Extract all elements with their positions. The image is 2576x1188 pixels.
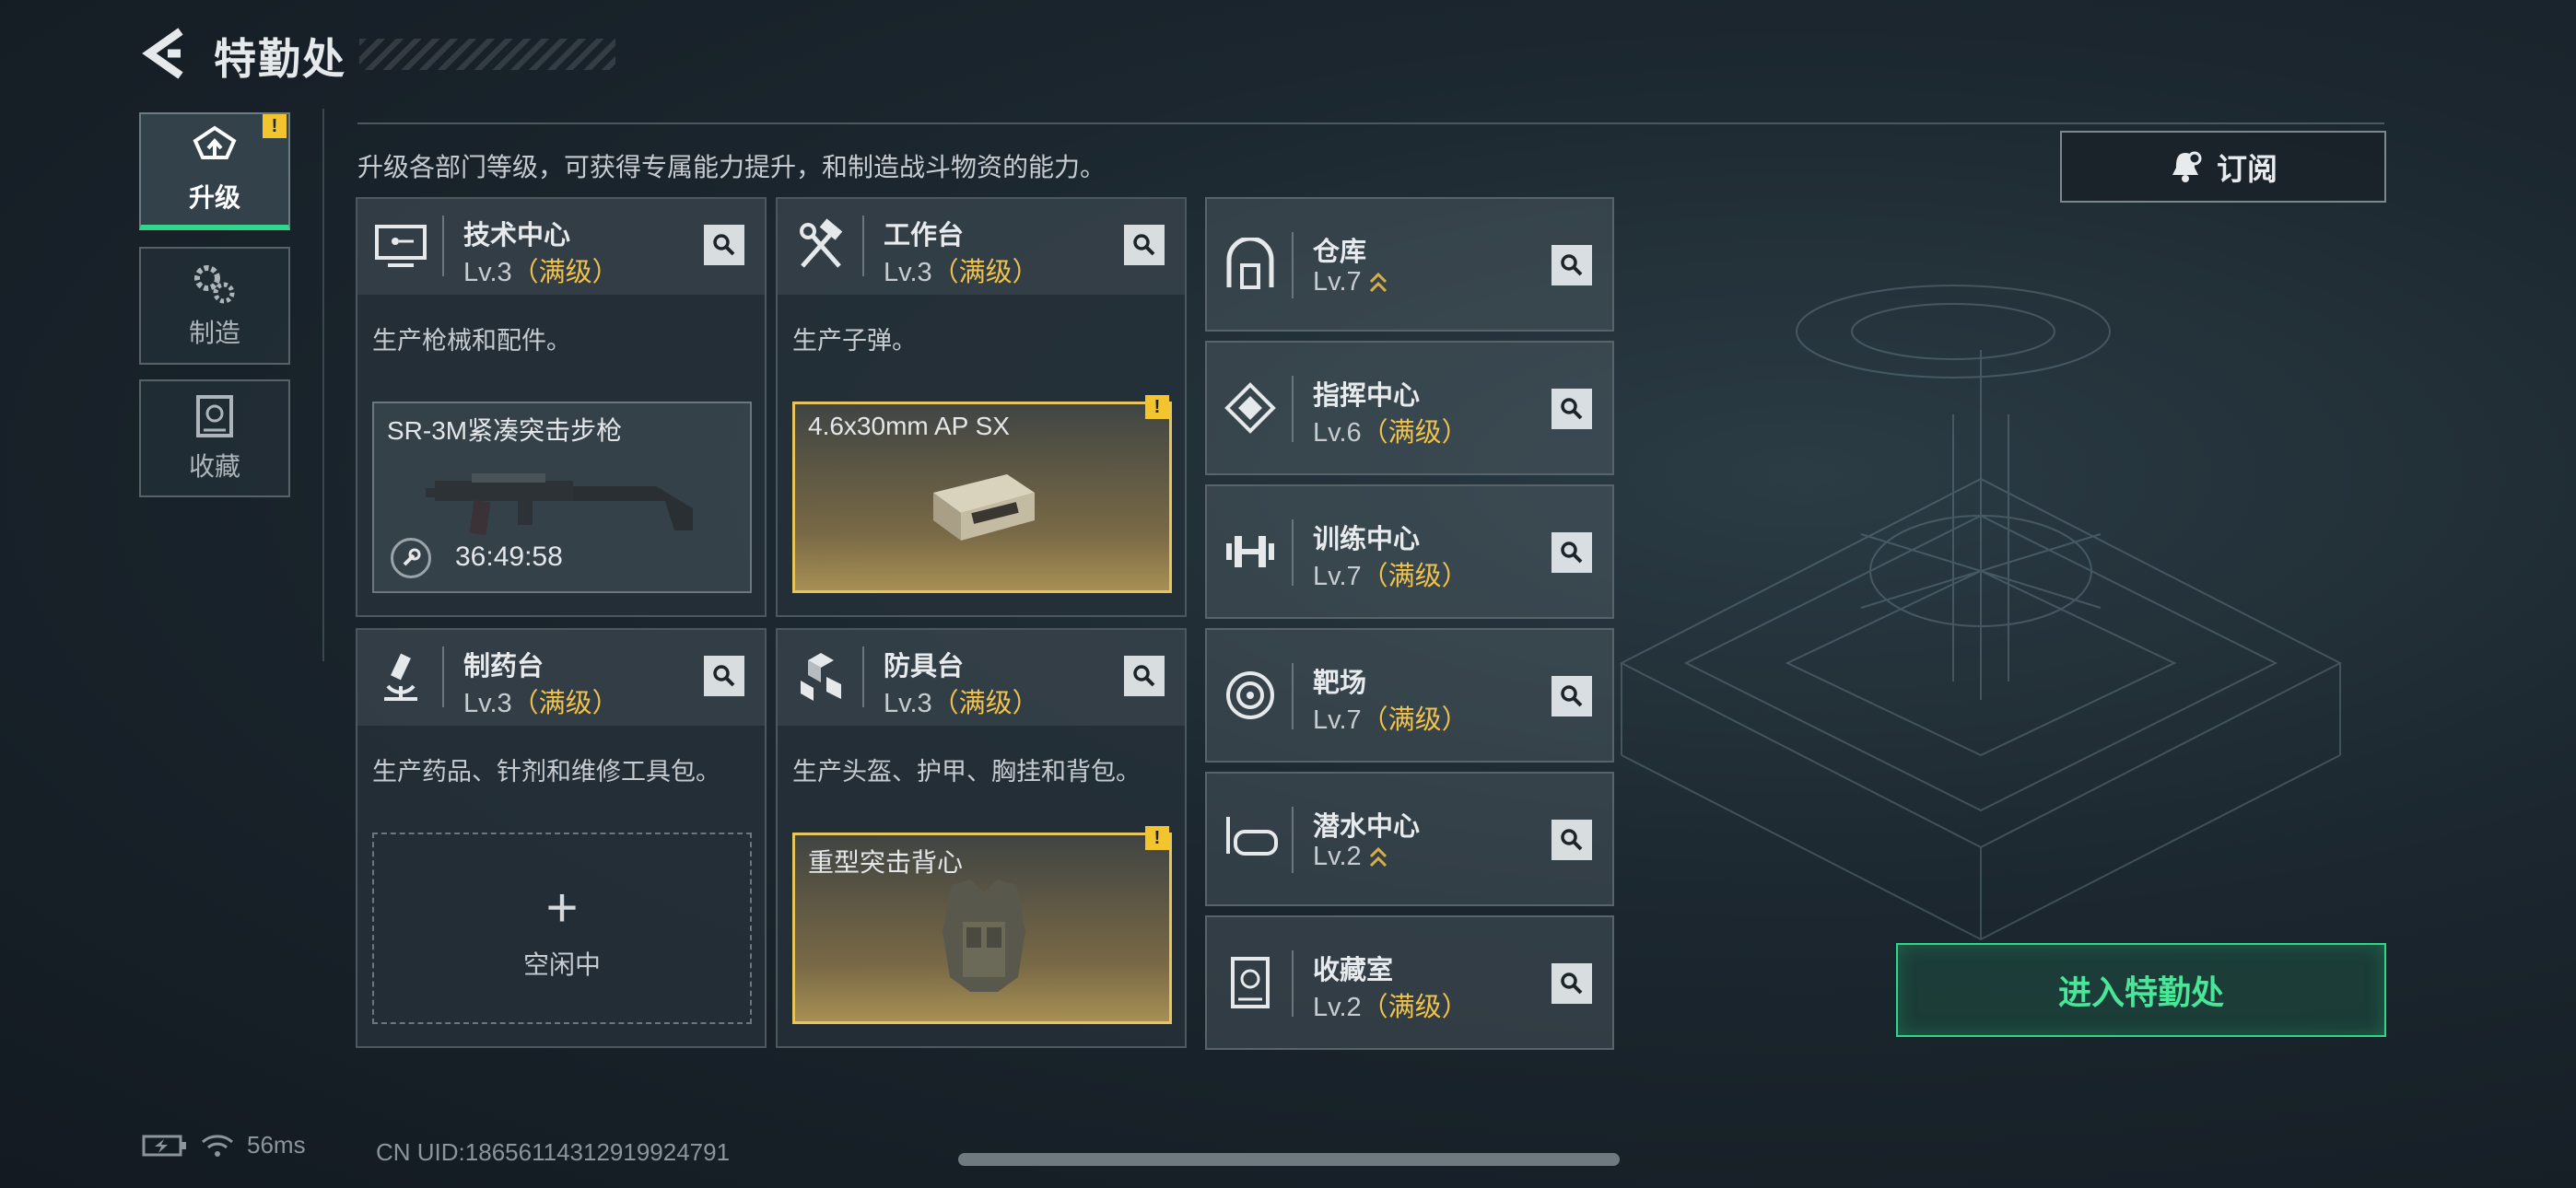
ping-value: 56ms — [247, 1131, 306, 1159]
facility-name: 训练中心 — [1313, 525, 1421, 554]
armor-blocks-icon — [790, 646, 851, 707]
production-slot[interactable]: SR-3M紧凑突击步枪 36:49:58 — [372, 402, 752, 593]
search-icon[interactable] — [1551, 532, 1592, 573]
dept-card-pharmacy[interactable]: 制药台 Lv.3（满级） 生产药品、针剂和维修工具包。 + 空闲中 — [356, 628, 767, 1048]
slot-item-name: SR-3M紧凑突击步枪 — [387, 416, 623, 445]
enter-special-ops-button[interactable]: 进入特勤处 — [1896, 943, 2386, 1037]
facility-warehouse[interactable]: 仓库 Lv.7 — [1205, 197, 1614, 332]
facility-name: 指挥中心 — [1313, 381, 1421, 411]
sidebar-item-craft[interactable]: 制造 — [139, 247, 290, 365]
dept-level: Lv.3（满级） — [884, 689, 1039, 718]
slot-status: 空闲中 — [522, 950, 601, 979]
alert-badge: ! — [1145, 826, 1169, 850]
facility-level: Lv.7（满级） — [1313, 562, 1469, 591]
warehouse-icon — [1220, 234, 1281, 295]
production-slot[interactable]: 4.6x30mm AP SX ! — [792, 395, 1172, 593]
slot-item-name: 4.6x30mm AP SX — [808, 412, 1010, 440]
command-center-icon — [1220, 378, 1281, 438]
search-icon[interactable] — [1124, 225, 1165, 265]
facility-level: Lv.7 — [1313, 267, 1389, 297]
alert-badge: ! — [263, 114, 287, 138]
diving-mask-icon — [1220, 809, 1281, 869]
facility-name: 收藏室 — [1313, 956, 1394, 985]
search-icon[interactable] — [1551, 963, 1592, 1004]
search-icon[interactable] — [1551, 676, 1592, 716]
ammo-box-image — [933, 474, 1035, 541]
search-icon[interactable] — [704, 656, 744, 696]
dept-description: 生产枪械和配件。 — [372, 327, 571, 355]
bell-icon — [2172, 151, 2202, 182]
search-icon[interactable] — [1124, 656, 1165, 696]
facility-level: Lv.7（满级） — [1313, 705, 1469, 735]
upgrade-chevron-icon — [1369, 847, 1387, 868]
wrench-icon — [391, 538, 431, 578]
search-icon[interactable] — [1551, 820, 1592, 860]
search-icon[interactable] — [1551, 389, 1592, 429]
back-arrow-icon[interactable] — [138, 24, 193, 83]
facility-command-center[interactable]: 指挥中心 Lv.6（满级） — [1205, 341, 1614, 475]
dept-description: 生产子弹。 — [792, 327, 917, 355]
dept-card-tech-center[interactable]: 技术中心 Lv.3（满级） 生产枪械和配件。 SR-3M紧凑突击步枪 36:49… — [356, 197, 767, 617]
page-description: 升级各部门等级，可获得专属能力提升，和制造战斗物资的能力。 — [357, 153, 1107, 181]
upgrade-chevron-icon — [1369, 273, 1387, 293]
microscope-icon — [370, 646, 431, 707]
collection-case-icon — [196, 395, 233, 437]
sidebar-item-collection[interactable]: 收藏 — [139, 379, 290, 497]
facility-level: Lv.2（满级） — [1313, 993, 1469, 1022]
dept-card-workbench[interactable]: 工作台 Lv.3（满级） 生产子弹。 4.6x30mm AP SX ! — [776, 197, 1187, 617]
dept-name: 技术中心 — [463, 221, 571, 250]
facility-diving-center[interactable]: 潜水中心 Lv.2 — [1205, 772, 1614, 906]
status-bar: 56ms — [142, 1131, 306, 1159]
armor-vest-image — [943, 879, 1025, 992]
facility-wireframe — [1619, 285, 2343, 941]
facility-level: Lv.6（满级） — [1313, 418, 1469, 448]
page-title: 特勤处 — [214, 35, 346, 83]
sidebar-item-upgrade[interactable]: 升级 ! — [139, 112, 290, 230]
monitor-icon — [370, 215, 431, 276]
alert-badge: ! — [1145, 395, 1169, 419]
facility-collection-room[interactable]: 收藏室 Lv.2（满级） — [1205, 915, 1614, 1050]
divider — [357, 122, 2384, 124]
dept-name: 防具台 — [884, 652, 965, 681]
production-timer: 36:49:58 — [455, 542, 563, 572]
production-slot[interactable]: 重型突击背心 ! — [792, 826, 1172, 1024]
facility-name: 靶场 — [1313, 669, 1367, 698]
add-icon: + — [545, 877, 579, 938]
title-decoration — [359, 39, 615, 70]
wifi-icon — [202, 1134, 233, 1157]
facility-shooting-range[interactable]: 靶场 Lv.7（满级） — [1205, 628, 1614, 763]
facility-name: 潜水中心 — [1313, 812, 1421, 842]
sidebar-item-label: 收藏 — [188, 452, 240, 481]
facility-level: Lv.2 — [1313, 842, 1389, 872]
search-icon[interactable] — [704, 225, 744, 265]
dept-level: Lv.3（满级） — [463, 689, 619, 718]
dept-description: 生产药品、针剂和维修工具包。 — [372, 758, 720, 786]
user-uid: CN UID:18656114312919924791 — [376, 1138, 731, 1166]
dept-name: 工作台 — [884, 221, 965, 250]
subscribe-button[interactable]: 订阅 — [2060, 131, 2386, 203]
search-icon[interactable] — [1551, 245, 1592, 285]
dept-description: 生产头盔、护甲、胸挂和背包。 — [792, 758, 1141, 786]
sidebar-item-label: 制造 — [188, 319, 240, 347]
subscribe-label: 订阅 — [2217, 152, 2277, 186]
home-indicator[interactable] — [958, 1153, 1620, 1166]
dept-name: 制药台 — [463, 652, 544, 681]
rifle-image — [426, 473, 693, 536]
dumbbell-icon — [1220, 521, 1281, 582]
divider — [322, 109, 324, 661]
dept-level: Lv.3（满级） — [463, 258, 619, 287]
upgrade-icon — [193, 125, 237, 159]
target-icon — [1220, 665, 1281, 726]
hammer-wrench-icon — [790, 215, 851, 276]
production-slot-empty[interactable]: + 空闲中 — [372, 833, 752, 1024]
dept-card-armor-bench[interactable]: 防具台 Lv.3（满级） 生产头盔、护甲、胸挂和背包。 重型突击背心 ! — [776, 628, 1187, 1048]
facility-name: 仓库 — [1313, 238, 1367, 267]
dept-level: Lv.3（满级） — [884, 258, 1039, 287]
facility-training-center[interactable]: 训练中心 Lv.7（满级） — [1205, 484, 1614, 619]
battery-charging-icon — [142, 1135, 186, 1156]
gears-icon — [194, 265, 235, 304]
slot-item-name: 重型突击背心 — [808, 848, 964, 877]
sidebar-item-label: 升级 — [188, 183, 240, 212]
collection-case-icon — [1220, 952, 1281, 1013]
